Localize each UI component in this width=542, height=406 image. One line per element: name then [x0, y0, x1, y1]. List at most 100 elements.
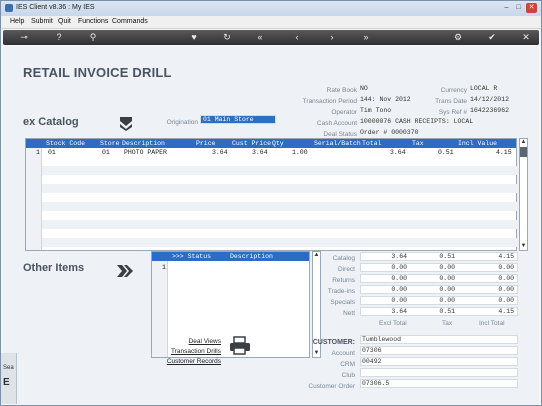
scroll-down-icon[interactable]: ▼ [520, 243, 527, 250]
menu-functions[interactable]: Functions [78, 18, 108, 25]
app-icon [5, 4, 13, 12]
totals-returns-incl: 0.00 [498, 275, 514, 282]
close-icon[interactable]: ✕ [520, 32, 532, 43]
row-number-column [26, 148, 42, 250]
window-close-button[interactable]: ✕ [526, 3, 537, 13]
customer-name-field: Tumblewood [360, 335, 518, 344]
catalog-grid-header: Stock Code Store Description Price Cust … [26, 139, 516, 148]
cell-qty: 1.00 [292, 149, 308, 156]
minimize-button[interactable]: – [501, 3, 512, 13]
totals-direct-excl: 0.00 [391, 264, 407, 271]
transaction-drills-link[interactable]: Transaction Drills [153, 348, 221, 355]
catalog-grid: Stock Code Store Description Price Cust … [25, 138, 517, 251]
col-stock-code[interactable]: Stock Code [46, 140, 85, 147]
sys-ref-label: Sys Ref # [438, 109, 467, 116]
deal-status-value: Order # 0000370 [360, 129, 419, 136]
origination-label: Origination [166, 119, 198, 126]
totals-specials-excl: 0.00 [391, 297, 407, 304]
club-field [360, 368, 518, 377]
key-icon[interactable]: ⊸ [15, 32, 33, 43]
table-row[interactable]: 1 01 01 PHOTO PAPER 3.64 3.64 1.00 3.64 … [26, 148, 516, 157]
help-icon[interactable]: ? [53, 32, 65, 43]
ex-catalog-heading: ex Catalog [23, 116, 79, 128]
forward-arrow-icon[interactable] [116, 262, 134, 280]
totals-direct-tax: 0.00 [439, 264, 455, 271]
trans-date-value: 14/12/2012 [470, 96, 510, 103]
window-title: IES Client v8.36 : My IES [16, 4, 95, 11]
cell-price: 3.64 [212, 149, 228, 156]
customer-order-field: 07306.5 [360, 379, 518, 388]
col-price[interactable]: Price [196, 140, 216, 147]
empty-row [42, 166, 517, 175]
cell-description: PHOTO PAPER [124, 149, 167, 156]
footer-incl-total: Incl Total [479, 320, 505, 327]
row-number: 1 [36, 149, 40, 156]
totals-direct-incl: 0.00 [498, 264, 514, 271]
deal-status-label: Deal Status [323, 131, 357, 138]
settings-icon[interactable]: ⚙ [452, 32, 464, 43]
totals-catalog-label: Catalog [332, 255, 355, 262]
toolbar: ⊸ ? ⚲ ♥ ↻ « ‹ › » ⚙ ✔ ✕ [3, 30, 539, 45]
currency-label: Currency [440, 87, 467, 94]
col-serial-batch[interactable]: Serial/Batch [314, 140, 361, 147]
col-qty[interactable]: Qty [272, 140, 284, 147]
col-description[interactable]: Description [122, 140, 165, 147]
account-field: 07306 [360, 346, 518, 355]
operator-value: Tim Tono [360, 107, 392, 114]
printer-icon[interactable] [229, 336, 251, 356]
other-items-heading: Other Items [23, 262, 85, 274]
col-incl-value[interactable]: Incl Value [458, 140, 497, 147]
empty-row [42, 238, 517, 247]
crm-field: 00492 [360, 357, 518, 366]
row-number: 1 [162, 264, 166, 271]
club-label: Club [341, 372, 355, 379]
totals-specials-tax: 0.00 [439, 297, 455, 304]
cell-incl-value: 4.15 [496, 149, 512, 156]
refresh-icon[interactable]: ↻ [221, 32, 233, 43]
empty-row [42, 202, 517, 211]
footer-excl-total: Excl Total [379, 320, 407, 327]
back-icon[interactable]: ‹ [291, 32, 303, 43]
col-tax[interactable]: Tax [412, 140, 424, 147]
side-panel-edge[interactable]: Sea E [1, 353, 17, 404]
customer-heading: CUSTOMER: [312, 339, 355, 346]
menu-quit[interactable]: Quit [58, 18, 71, 25]
other-items-grid-header: >>> Status Description [152, 252, 309, 261]
menu-commands[interactable]: Commands [112, 18, 148, 25]
rewind-icon[interactable]: « [254, 32, 266, 43]
totals-specials-label: Specials [330, 299, 355, 306]
scroll-up-icon[interactable]: ▲ [520, 139, 527, 146]
account-value: 07306 [362, 347, 382, 354]
table-row[interactable]: 1 [152, 263, 309, 272]
scroll-thumb[interactable] [520, 147, 527, 157]
crm-value: 00492 [362, 358, 382, 365]
rate-book-label: Rate Book [326, 87, 357, 94]
title-bar: IES Client v8.36 : My IES – □ ✕ [1, 1, 541, 16]
fast-forward-icon[interactable]: » [360, 32, 372, 43]
side-panel-text: Sea [3, 365, 14, 371]
col-store[interactable]: Store [100, 140, 120, 147]
menu-help[interactable]: Help [10, 18, 24, 25]
menu-submit[interactable]: Submit [31, 18, 53, 25]
cell-total: 3.64 [390, 149, 406, 156]
catalog-scrollbar[interactable]: ▲ ▼ [519, 138, 528, 251]
customer-records-link[interactable]: Customer Records [153, 358, 221, 365]
col-other-description[interactable]: Description [230, 253, 273, 260]
transaction-period-value: 144: Nov 2012 [360, 96, 411, 103]
download-arrow-icon[interactable] [116, 116, 136, 132]
deal-views-link[interactable]: Deal Views [153, 338, 221, 345]
col-cust-price[interactable]: Cust Price [232, 140, 271, 147]
col-total[interactable]: Total [362, 140, 382, 147]
heart-icon[interactable]: ♥ [188, 32, 200, 43]
totals-trade-ins-incl: 0.00 [498, 286, 514, 293]
totals-specials-incl: 0.00 [498, 297, 514, 304]
trans-date-label: Trans Date [435, 98, 467, 105]
origination-field[interactable]: 01 Main Store [200, 115, 276, 124]
cash-account-value: 10000076 CASH RECEIPTS: LOCAL [360, 118, 474, 125]
search-icon[interactable]: ⚲ [87, 32, 99, 43]
forward-icon[interactable]: › [326, 32, 338, 43]
confirm-icon[interactable]: ✔ [486, 32, 498, 43]
col-status[interactable]: >>> Status [172, 253, 211, 260]
totals-trade-ins-excl: 0.00 [391, 286, 407, 293]
maximize-button[interactable]: □ [513, 3, 524, 13]
